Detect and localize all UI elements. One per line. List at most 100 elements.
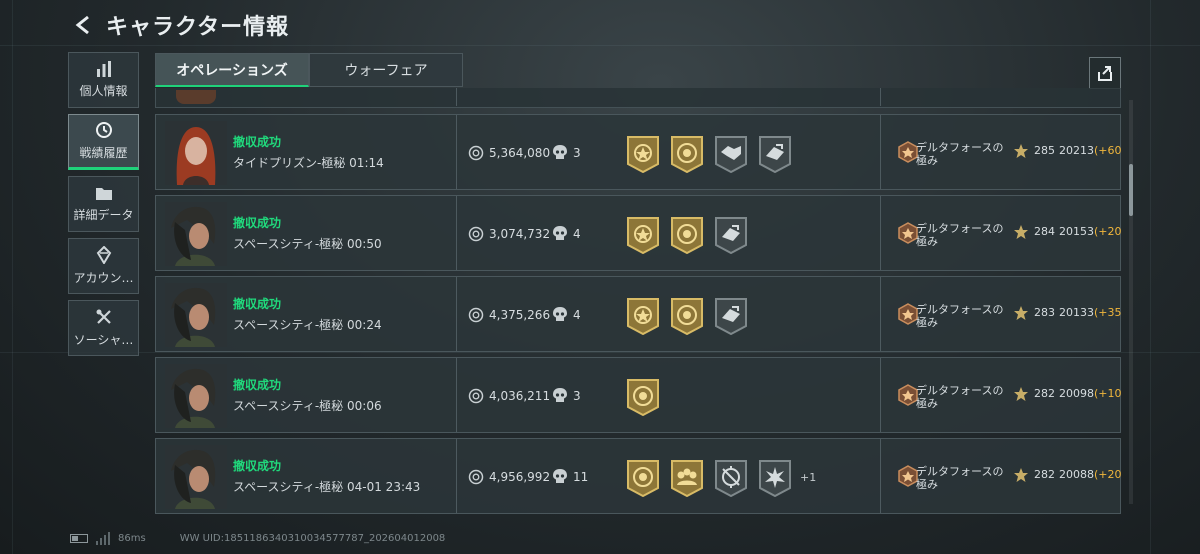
rank-name: デルタフォースの極み <box>916 222 1004 248</box>
list-item[interactable]: 撤収成功 スペースシティ-極秘 00:24 4,375,266 4 デルタフォー… <box>155 276 1121 352</box>
battery-icon <box>70 533 88 543</box>
loot-value: 4,956,992 <box>489 470 551 484</box>
sidebar-item-battle-history[interactable]: 戦績履歴 <box>68 114 139 170</box>
coin-icon <box>468 388 484 404</box>
share-icon <box>1098 66 1112 81</box>
level-value: 285 <box>1034 144 1055 157</box>
list-item[interactable]: 撤収成功 スペースシティ-極秘 00:50 3,074,732 4 デルタフォー… <box>155 195 1121 271</box>
folder-icon <box>95 187 112 200</box>
rank-score: 20088(+20) <box>1059 468 1121 481</box>
export-button[interactable] <box>1089 57 1121 89</box>
map-and-time: スペースシティ-極秘 00:50 <box>233 235 382 252</box>
star-icon <box>1014 387 1028 401</box>
avatar <box>165 202 227 266</box>
sidebar-item-account[interactable]: アカウン… <box>68 238 139 294</box>
extraction-result: 撤収成功 <box>233 297 282 311</box>
skull-icon <box>553 226 567 240</box>
avatar <box>165 283 227 347</box>
extraction-result: 撤収成功 <box>233 378 282 392</box>
level-value: 282 <box>1034 387 1055 400</box>
burst-badge-icon <box>759 460 791 497</box>
history-clock-icon <box>95 122 112 138</box>
list-scrollbar[interactable] <box>1129 100 1133 504</box>
skull-icon <box>553 145 567 159</box>
scrollbar-thumb[interactable] <box>1129 164 1133 216</box>
loot-value: 4,375,266 <box>489 308 551 322</box>
row-divider <box>880 88 881 106</box>
sidebar-item-label: アカウン… <box>73 271 134 285</box>
sidebar-item-social[interactable]: ソーシャ… <box>68 300 139 356</box>
row-divider <box>456 88 457 106</box>
list-item[interactable]: 撤収成功 スペースシティ-極秘 04-01 23:43 4,956,992 11… <box>155 438 1121 514</box>
match-time: 00:06 <box>347 399 382 413</box>
loot-value: 4,036,211 <box>489 389 551 403</box>
loot-value: 3,074,732 <box>489 227 551 241</box>
skull-icon <box>553 469 567 483</box>
tab-warfare[interactable]: ウォーフェア <box>309 53 463 87</box>
score-delta: (+20) <box>1094 468 1121 481</box>
row-divider <box>456 196 457 270</box>
score-value: 20088 <box>1059 468 1094 481</box>
gold-squad-badge-icon <box>671 460 703 497</box>
rank-name: デルタフォースの極み <box>916 384 1004 410</box>
avatar <box>165 445 227 509</box>
rank-name: デルタフォースの極み <box>916 465 1004 491</box>
gold-shield-star-badge-icon <box>627 217 659 254</box>
map-and-time: スペースシティ-極秘 00:24 <box>233 316 382 333</box>
gold-coin-badge-icon <box>627 460 659 497</box>
score-value: 20133 <box>1059 306 1094 319</box>
avatar <box>176 90 216 104</box>
operator-portrait <box>165 283 227 347</box>
star-icon <box>1014 306 1028 320</box>
ping-value: 86ms <box>118 532 146 544</box>
tab-operations[interactable]: オペレーションズ <box>155 53 309 87</box>
operator-portrait <box>165 445 227 509</box>
score-value: 20153 <box>1059 225 1094 238</box>
level-value: 284 <box>1034 225 1055 238</box>
gold-coin-badge-icon <box>671 217 703 254</box>
score-delta: (+20) <box>1094 225 1121 238</box>
gold-coin-badge-icon <box>671 298 703 335</box>
list-item[interactable]: 撤収成功 タイドプリズン-極秘 01:14 5,364,080 3 デルタフォー… <box>155 114 1121 190</box>
kill-count: 3 <box>573 389 581 403</box>
user-uid: WW UID:1851186340310034577787_2026040120… <box>179 532 446 544</box>
coin-icon <box>468 469 484 485</box>
extraction-result: 撤収成功 <box>233 459 282 473</box>
bar-chart-icon <box>96 61 111 77</box>
avatar <box>165 364 227 428</box>
match-time: 00:50 <box>347 237 382 251</box>
sidebar: 個人情報 戦績履歴 詳細データ アカウン… ソーシャ… <box>68 52 140 362</box>
kill-count: 11 <box>573 470 589 484</box>
sidebar-item-detailed-data[interactable]: 詳細データ <box>68 176 139 232</box>
rank-score: 20098(+10) <box>1059 387 1121 400</box>
coin-icon <box>468 226 484 242</box>
operator-portrait <box>165 121 227 185</box>
rank-name: デルタフォースの極み <box>916 141 1004 167</box>
cargo-badge-icon <box>715 298 747 335</box>
list-item-partial <box>155 88 1121 108</box>
map-and-time: スペースシティ-極秘 04-01 23:43 <box>233 478 420 495</box>
bg-divider <box>1150 0 1151 554</box>
score-delta: (+60) <box>1094 144 1121 157</box>
row-divider <box>456 277 457 351</box>
cargo-badge-icon <box>715 217 747 254</box>
back-button[interactable] <box>72 14 94 36</box>
list-item[interactable]: 撤収成功 スペースシティ-極秘 00:06 4,036,211 3 デルタフォー… <box>155 357 1121 433</box>
sidebar-item-label: 戦績履歴 <box>79 146 128 160</box>
coin-icon <box>468 307 484 323</box>
row-divider <box>456 358 457 432</box>
signal-icon <box>96 531 110 545</box>
match-time: 04-01 23:43 <box>347 480 421 494</box>
map-name: スペースシティ-極秘 <box>233 399 344 413</box>
star-icon <box>1014 144 1028 158</box>
sidebar-item-label: 詳細データ <box>73 207 134 222</box>
row-divider <box>880 115 881 189</box>
coin-icon <box>468 145 484 161</box>
level-value: 283 <box>1034 306 1055 319</box>
map-name: スペースシティ-極秘 <box>233 237 344 251</box>
row-divider <box>880 196 881 270</box>
sidebar-item-profile[interactable]: 個人情報 <box>68 52 139 108</box>
score-delta: (+35) <box>1094 306 1121 319</box>
mode-tabs: オペレーションズ ウォーフェア <box>155 53 463 87</box>
skull-icon <box>553 307 567 321</box>
